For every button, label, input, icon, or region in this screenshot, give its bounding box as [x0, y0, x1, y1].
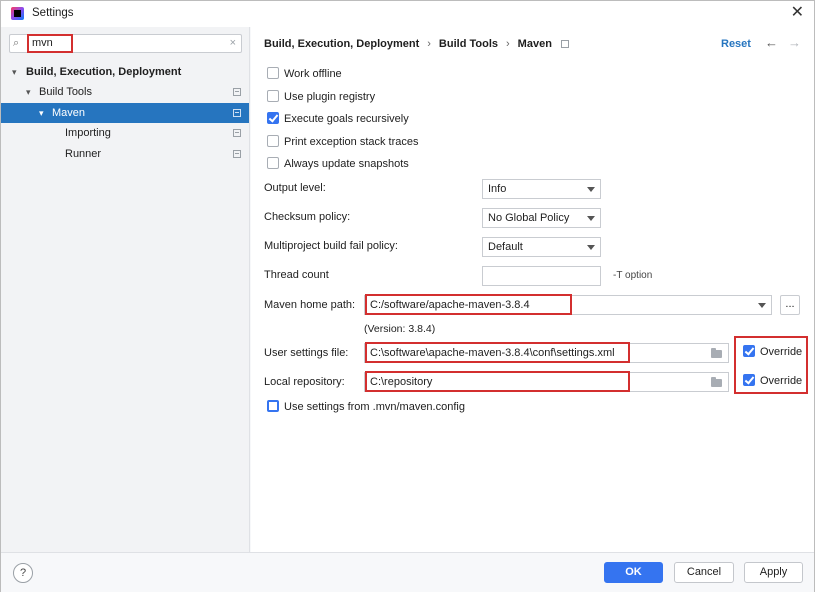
thread-count-hint: -T option: [613, 270, 653, 281]
checkbox-box[interactable]: [267, 90, 279, 102]
browse-button[interactable]: ...: [780, 295, 800, 315]
search-field[interactable]: ⌕ mvn ×: [9, 34, 242, 53]
chevron-down-icon[interactable]: ▾: [26, 82, 31, 102]
checkbox-box-checked[interactable]: [267, 112, 279, 124]
user-settings-label: User settings file:: [264, 347, 349, 359]
breadcrumb-item[interactable]: Build, Execution, Deployment: [264, 38, 419, 50]
breadcrumb: Build, Execution, Deployment › Build Tools…: [264, 38, 569, 50]
checkbox-label: Execute goals recursively: [284, 113, 409, 125]
tree-item-label: Runner: [65, 148, 102, 160]
settings-content: Build, Execution, Deployment › Build Tools…: [251, 27, 814, 552]
checkbox-label: Use plugin registry: [284, 91, 376, 103]
clear-search-icon[interactable]: ×: [230, 37, 236, 49]
window-title: Settings: [32, 7, 74, 19]
project-settings-icon: [560, 40, 569, 48]
apply-button[interactable]: Apply: [744, 562, 803, 583]
folder-icon[interactable]: [711, 348, 722, 358]
back-arrow-icon[interactable]: ←: [765, 35, 778, 50]
breadcrumb-item[interactable]: Build Tools: [439, 38, 498, 50]
tree-item-label: Build, Execution, Deployment: [26, 66, 182, 78]
local-repository-label: Local repository:: [264, 376, 345, 388]
dropdown-arrow-icon: [587, 216, 595, 221]
close-icon[interactable]: ✕: [791, 4, 804, 22]
search-input[interactable]: mvn: [27, 34, 73, 53]
project-settings-icon: [233, 88, 241, 96]
select-value: Default: [488, 241, 523, 253]
checksum-policy-label: Checksum policy:: [264, 211, 351, 223]
checkbox-label: Use settings from .mvn/maven.config: [284, 401, 465, 413]
tree-item-maven[interactable]: ▾ Maven: [1, 103, 249, 123]
settings-sidebar: ⌕ mvn × ▾ Build, Execution, Deployment ▾…: [1, 27, 250, 552]
checkbox-label: Print exception stack traces: [284, 136, 419, 148]
reset-link[interactable]: Reset: [721, 38, 751, 50]
tree-item-build-tools[interactable]: ▾ Build Tools: [1, 82, 249, 102]
fail-policy-label: Multiproject build fail policy:: [264, 240, 398, 252]
checksum-policy-select[interactable]: No Global Policy: [482, 208, 601, 228]
select-value: No Global Policy: [488, 212, 570, 224]
chevron-down-icon[interactable]: ▾: [39, 103, 44, 123]
tree-item-label: Build Tools: [39, 86, 92, 98]
output-level-label: Output level:: [264, 182, 326, 194]
fail-policy-select[interactable]: Default: [482, 237, 601, 257]
maven-home-label: Maven home path:: [264, 299, 356, 311]
search-icon: ⌕: [13, 37, 20, 49]
breadcrumb-item: Maven: [517, 38, 552, 50]
chevron-down-icon[interactable]: ▾: [12, 62, 17, 82]
tree-item-label: Maven: [52, 107, 86, 119]
checkbox-box[interactable]: [267, 67, 279, 79]
checkbox-box[interactable]: [267, 400, 279, 412]
checkbox-box[interactable]: [267, 135, 279, 147]
checkbox-box-checked[interactable]: [743, 374, 755, 386]
ok-button[interactable]: OK: [604, 562, 663, 583]
select-value: Info: [488, 183, 507, 195]
intellij-app-icon: [11, 7, 24, 20]
breadcrumb-separator: ›: [427, 38, 431, 50]
cancel-button[interactable]: Cancel: [674, 562, 734, 583]
thread-count-label: Thread count: [264, 269, 329, 281]
checkbox-label: Override: [760, 346, 803, 358]
local-repository-value[interactable]: C:\repository: [370, 375, 432, 389]
dropdown-arrow-icon: [587, 245, 595, 250]
tree-item-label: Importing: [65, 127, 111, 139]
thread-count-input[interactable]: [482, 266, 601, 286]
settings-window: Settings ✕ ⌕ mvn × ▾ Build, Execution, D…: [0, 0, 815, 592]
tree-item-build-execution-deployment[interactable]: ▾ Build, Execution, Deployment: [1, 62, 249, 82]
user-settings-value[interactable]: C:\software\apache-maven-3.8.4\conf\sett…: [370, 346, 615, 360]
tree-item-runner[interactable]: Runner: [1, 144, 249, 164]
forward-arrow-icon[interactable]: →: [788, 35, 801, 50]
checkbox-label: Override: [760, 375, 803, 387]
project-settings-icon: [233, 109, 241, 117]
project-settings-icon: [233, 150, 241, 158]
output-level-select[interactable]: Info: [482, 179, 601, 199]
dialog-footer: ? OK Cancel Apply: [1, 552, 814, 592]
help-icon[interactable]: ?: [13, 563, 33, 583]
checkbox-box[interactable]: [267, 157, 279, 169]
checkbox-box-checked[interactable]: [743, 345, 755, 357]
dropdown-arrow-icon: [587, 187, 595, 192]
dropdown-arrow-icon[interactable]: [758, 303, 766, 308]
project-settings-icon: [233, 129, 241, 137]
breadcrumb-separator: ›: [506, 38, 510, 50]
checkbox-label: Always update snapshots: [284, 158, 409, 170]
tree-item-importing[interactable]: Importing: [1, 123, 249, 143]
folder-icon[interactable]: [711, 377, 722, 387]
maven-home-value[interactable]: C:/software/apache-maven-3.8.4: [370, 298, 530, 312]
maven-version-text: (Version: 3.8.4): [364, 323, 436, 335]
checkbox-label: Work offline: [284, 68, 342, 80]
title-bar: Settings ✕: [1, 1, 814, 27]
